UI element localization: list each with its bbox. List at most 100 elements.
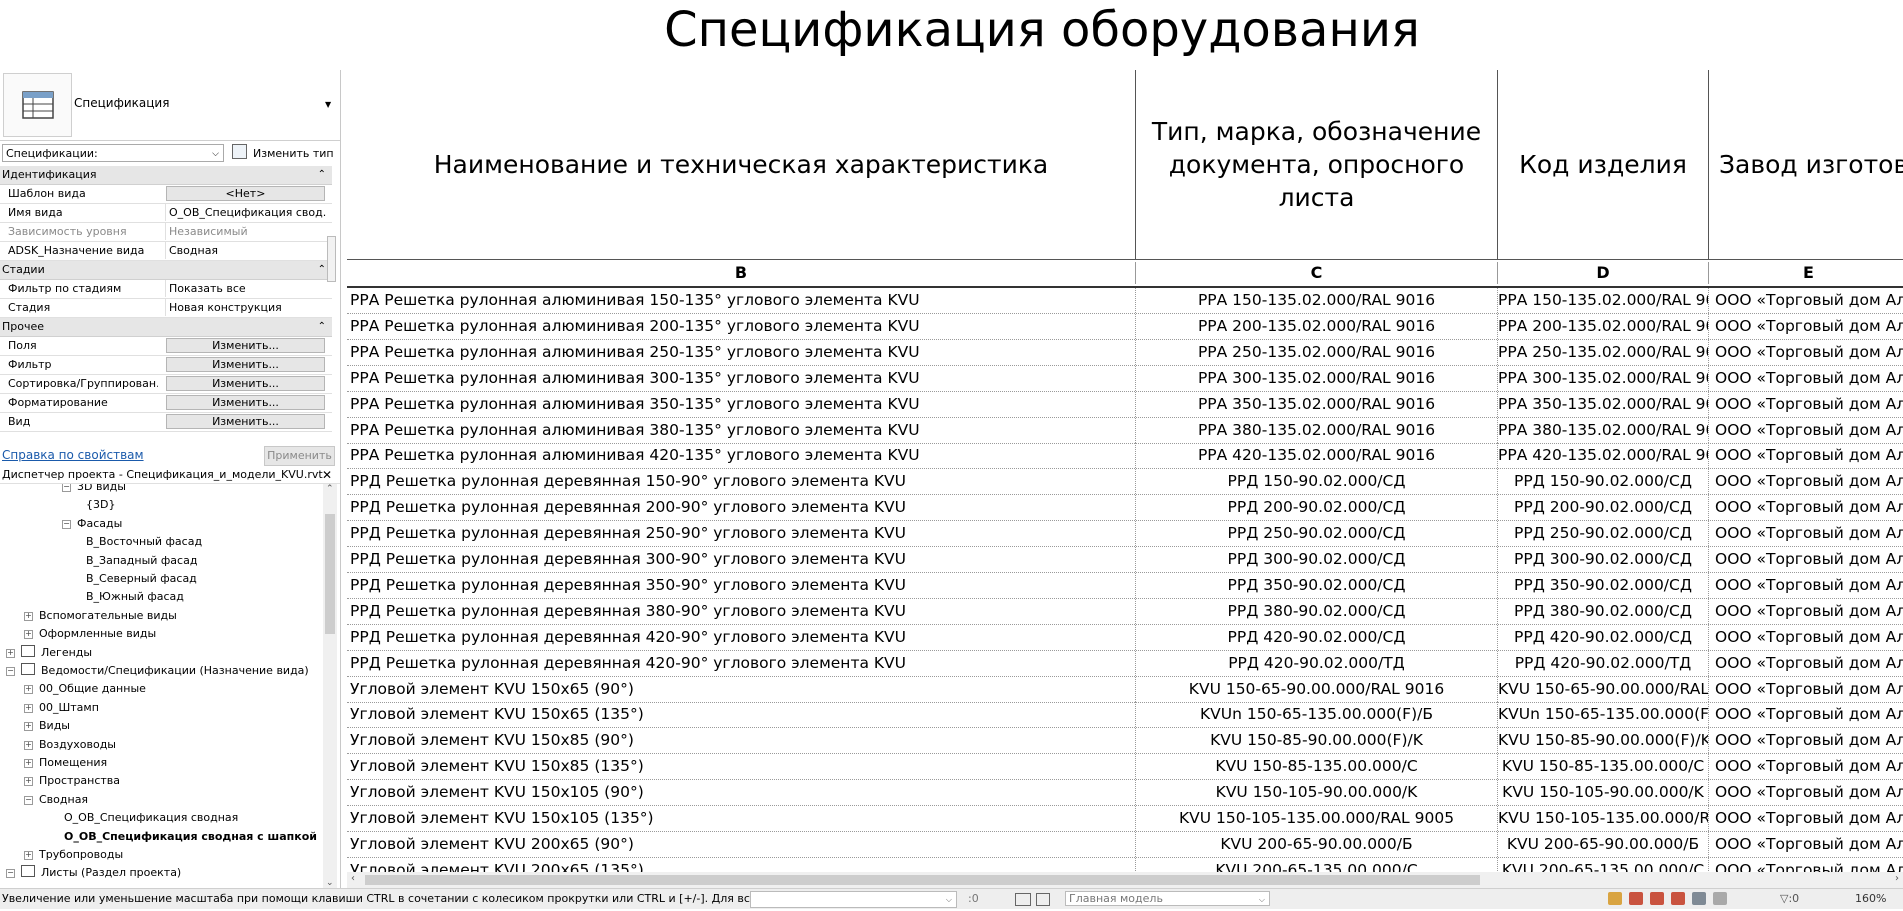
table-row[interactable]: РРД Решетка рулонная деревянная 350-90° … [347, 572, 1903, 599]
table-row[interactable]: Угловой элемент KVU 200х65 (135°) KVU 200… [347, 857, 1903, 872]
table-cell[interactable]: РРА 150-135.02.000/RAL 9016 [1498, 288, 1709, 313]
property-value[interactable]: Независимый [165, 223, 326, 240]
table-cell[interactable]: KVU 200-65-90.00.000/Б [1136, 831, 1498, 857]
close-icon[interactable]: ✕ [322, 466, 332, 484]
drag-elements-icon[interactable] [1692, 892, 1706, 905]
tree-item[interactable]: В_Южный фасад [84, 588, 184, 606]
table-row[interactable]: РРА Решетка рулонная алюминивая 150-135°… [347, 288, 1903, 314]
column-header[interactable]: Наименование и техническая характеристик… [347, 70, 1136, 260]
properties-help-link[interactable]: Справка по свойствам [2, 448, 144, 462]
table-row[interactable]: Угловой элемент KVU 150х65 (90°) KVU 150-… [347, 676, 1903, 703]
table-cell[interactable]: KVU 150-105-90.00.000/K [1498, 780, 1709, 806]
table-cell[interactable]: РРД Решетка рулонная деревянная 200-90° … [347, 495, 1136, 521]
table-cell[interactable]: KVU 150-85-135.00.000/C [1498, 754, 1709, 780]
table-cell[interactable]: РРД Решетка рулонная деревянная 420-90° … [347, 650, 1136, 676]
tree-item[interactable]: + Вспомогательные виды [24, 607, 177, 625]
column-letter[interactable]: B [347, 262, 1136, 284]
table-row[interactable]: Угловой элемент KVU 150х65 (135°) KVUn 15… [347, 702, 1903, 729]
table-cell[interactable]: РРА 150-135.02.000/RAL 9016 [1136, 288, 1498, 313]
scroll-thumb[interactable] [365, 875, 1480, 885]
property-edit-button[interactable]: Изменить... [166, 338, 325, 353]
table-cell[interactable]: ООО «Торговый дом Альянс» [1709, 340, 1903, 365]
properties-scrollbar[interactable] [327, 236, 336, 282]
table-cell[interactable]: РРД 250-90.02.000/СД [1136, 521, 1498, 547]
table-row[interactable]: РРА Решетка рулонная алюминивая 200-135°… [347, 313, 1903, 340]
tree-item[interactable]: −3D виды [62, 484, 126, 496]
expand-icon[interactable]: + [24, 851, 33, 860]
tree-item[interactable]: +00_Штамп [24, 699, 99, 717]
column-letter[interactable]: D [1498, 262, 1709, 284]
table-cell[interactable]: РРА 420-135.02.000/RAL 9016 [1498, 443, 1709, 469]
column-letter[interactable]: E [1709, 262, 1903, 284]
property-value[interactable]: О_ОВ_Спецификация свод... [165, 204, 326, 221]
table-cell[interactable]: ООО «Торговый дом Альянс» [1709, 288, 1903, 313]
scroll-down-icon[interactable]: ⌄ [326, 878, 334, 888]
tree-item[interactable]: + Воздуховоды [24, 736, 116, 754]
tree-item[interactable]: − Сводная [24, 791, 88, 809]
table-cell[interactable]: РРА 300-135.02.000/RAL 9016 [1136, 365, 1498, 391]
table-row[interactable]: РРД Решетка рулонная деревянная 300-90° … [347, 547, 1903, 573]
table-cell[interactable]: РРД 350-90.02.000/СД [1498, 572, 1709, 598]
table-cell[interactable]: KVU 150-85-135.00.000/C [1136, 754, 1498, 780]
properties-section[interactable]: Стадии ⌃ [0, 261, 332, 280]
table-cell[interactable]: РРА Решетка рулонная алюминивая 380-135°… [347, 417, 1136, 443]
tree-item[interactable]: + Виды [24, 717, 70, 735]
properties-section[interactable]: Прочее ⌃ [0, 318, 332, 337]
table-cell[interactable]: ООО «Торговый дом Альянс» [1709, 858, 1903, 872]
table-cell[interactable]: Угловой элемент KVU 150х65 (90°) [347, 676, 1136, 702]
table-cell[interactable]: РРД 200-90.02.000/СД [1498, 495, 1709, 521]
table-cell[interactable]: KVU 150-85-90.00.000(F)/K [1136, 728, 1498, 754]
column-letter[interactable]: C [1136, 262, 1498, 284]
tree-item[interactable]: В_Северный фасад [84, 570, 197, 588]
table-cell[interactable]: ООО «Торговый дом Альянс» [1709, 392, 1903, 417]
table-cell[interactable]: РРА 200-135.02.000/RAL 9016 [1498, 313, 1709, 339]
property-edit-button[interactable]: <Нет> [166, 186, 325, 201]
property-edit-button[interactable]: Изменить... [166, 395, 325, 410]
horizontal-scrollbar[interactable]: ‹ › [347, 872, 1903, 888]
tree-item[interactable]: − Фасады [62, 515, 122, 533]
table-cell[interactable]: РРД 380-90.02.000/СД [1136, 598, 1498, 624]
column-header[interactable]: Тип, марка, обозначение документа, опрос… [1136, 70, 1498, 260]
table-row[interactable]: Угловой элемент KVU 150х85 (135°) KVU 150… [347, 754, 1903, 781]
table-cell[interactable]: РРД 420-90.02.000/СД [1498, 624, 1709, 650]
select-by-face-icon[interactable] [1671, 892, 1685, 905]
scroll-right-icon[interactable]: › [1895, 873, 1899, 884]
table-cell[interactable]: РРД 300-90.02.000/СД [1136, 547, 1498, 572]
table-cell[interactable]: ООО «Торговый дом Альянс» [1709, 547, 1903, 572]
table-cell[interactable]: РРА 250-135.02.000/RAL 9016 [1136, 339, 1498, 365]
table-row[interactable]: РРД Решетка рулонная деревянная 380-90° … [347, 598, 1903, 625]
tree-item[interactable]: + Легенды [6, 644, 92, 662]
table-cell[interactable]: РРА 350-135.02.000/RAL 9016 [1498, 391, 1709, 417]
tree-item[interactable]: − Листы (Раздел проекта) [6, 864, 181, 882]
table-cell[interactable]: РРД Решетка рулонная деревянная 380-90° … [347, 598, 1136, 624]
table-cell[interactable]: РРД 420-90.02.000/СД [1136, 624, 1498, 650]
table-cell[interactable]: KVU 200-65-90.00.000/Б [1498, 831, 1709, 857]
table-row[interactable]: Угловой элемент KVU 150х85 (90°) KVU 150-… [347, 728, 1903, 755]
table-cell[interactable]: KVU 150-105-135.00.000/RAL 9005 [1498, 806, 1709, 831]
design-options-icon[interactable] [1036, 893, 1050, 906]
table-cell[interactable]: РРД Решетка рулонная деревянная 300-90° … [347, 547, 1136, 572]
table-cell[interactable]: РРА 250-135.02.000/RAL 9016 [1498, 339, 1709, 365]
property-edit-button[interactable]: Изменить... [166, 357, 325, 372]
table-cell[interactable]: KVU 150-105-90.00.000/K [1136, 780, 1498, 806]
table-cell[interactable]: РРД 200-90.02.000/СД [1136, 495, 1498, 521]
workset-select[interactable]: ⌵ [750, 891, 957, 908]
table-cell[interactable]: ООО «Торговый дом Альянс» [1709, 754, 1903, 779]
table-cell[interactable]: Угловой элемент KVU 150х85 (90°) [347, 728, 1136, 754]
table-cell[interactable]: РРА 200-135.02.000/RAL 9016 [1136, 313, 1498, 339]
tree-item[interactable]: +00_Общие данные [24, 680, 146, 698]
table-row[interactable]: РРД Решетка рулонная деревянная 250-90° … [347, 521, 1903, 548]
table-cell[interactable]: KVU 150-65-90.00.000/RAL 9016 [1498, 676, 1709, 702]
tree-item[interactable]: + Помещения [24, 754, 107, 772]
table-cell[interactable]: ООО «Торговый дом Альянс» [1709, 702, 1903, 727]
select-underlay-icon[interactable] [1629, 892, 1643, 905]
table-row[interactable]: РРА Решетка рулонная алюминивая 250-135°… [347, 339, 1903, 366]
expand-icon[interactable]: + [24, 740, 33, 750]
table-cell[interactable]: KVU 150-65-90.00.000/RAL 9016 [1136, 676, 1498, 702]
edit-type-button[interactable]: Изменить тип [232, 144, 334, 162]
table-cell[interactable]: РРА Решетка рулонная алюминивая 350-135°… [347, 391, 1136, 417]
table-cell[interactable]: РРД 420-90.02.000/ТД [1136, 650, 1498, 676]
tree-item[interactable]: + Оформленные виды [24, 625, 156, 643]
table-cell[interactable]: ООО «Торговый дом Альянс» [1709, 521, 1903, 546]
table-cell[interactable]: ООО «Торговый дом Альянс» [1709, 314, 1903, 339]
